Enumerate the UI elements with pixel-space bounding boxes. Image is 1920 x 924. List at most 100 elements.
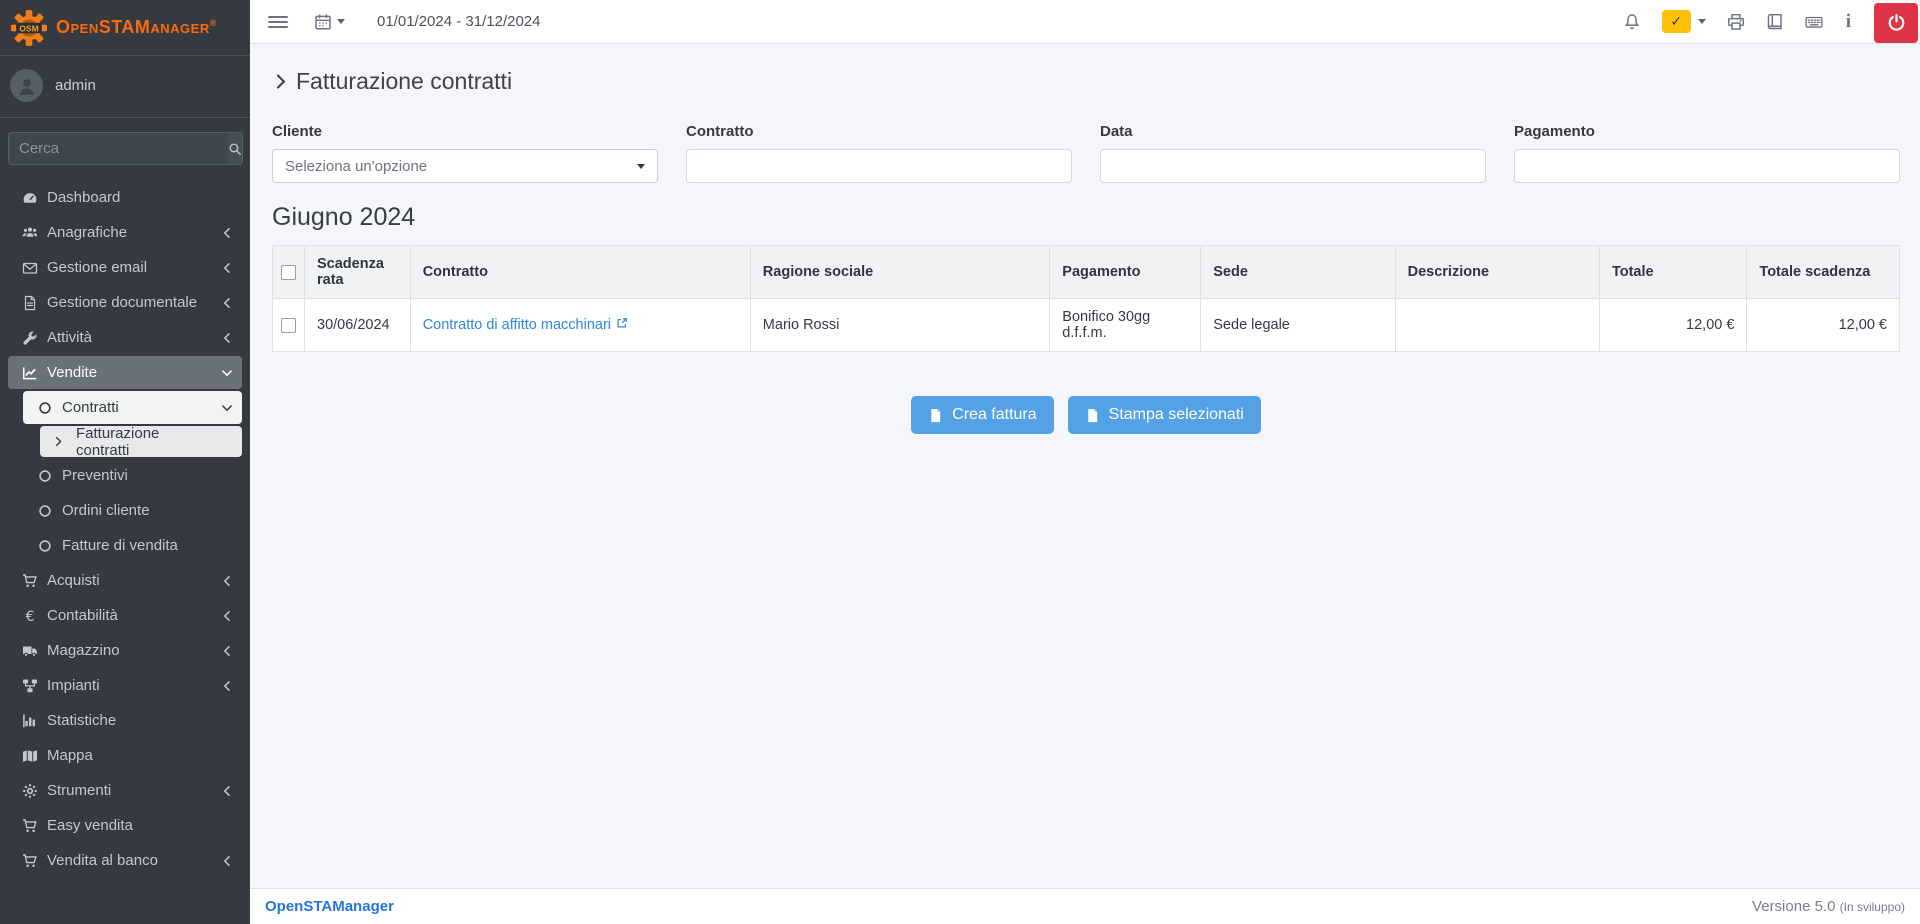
search-button[interactable] <box>228 132 243 165</box>
sidebar-item-attivit[interactable]: Attività <box>8 321 242 354</box>
column-header-totale-scadenza[interactable]: Totale scadenza <box>1747 246 1900 299</box>
notifications-button[interactable] <box>1623 13 1641 31</box>
sidebar-item-ordini-cliente[interactable]: Ordini cliente <box>23 494 242 527</box>
caret-down-icon <box>337 19 345 24</box>
sidebar-item-preventivi[interactable]: Preventivi <box>23 459 242 492</box>
data-filter-input[interactable] <box>1100 149 1486 183</box>
sidebar-item-anagrafiche[interactable]: Anagrafiche <box>8 216 242 249</box>
sidebar-nav-item: Preventivi <box>8 459 242 492</box>
filter-label-contratto: Contratto <box>686 123 1072 140</box>
column-header-contratto[interactable]: Contratto <box>410 246 750 299</box>
sidebar-item-impianti[interactable]: Impianti <box>8 669 242 702</box>
contracts-table: Scadenza rataContrattoRagione socialePag… <box>272 245 1900 352</box>
sidebar-item-easy-vendita[interactable]: Easy vendita <box>8 809 242 842</box>
sidebar-item-gestione-documentale[interactable]: Gestione documentale <box>8 286 242 319</box>
sidebar-toggle-button[interactable] <box>268 16 288 28</box>
sidebar-item-label: Magazzino <box>47 642 120 659</box>
sidebar-item-contabilit[interactable]: € Contabilità <box>8 599 242 632</box>
euro-icon: € <box>21 607 38 624</box>
sidebar-item-label: Mappa <box>47 747 93 764</box>
sidebar-item-label: Acquisti <box>47 572 100 589</box>
chart-line-icon <box>21 364 38 381</box>
create-invoice-button[interactable]: Crea fattura <box>911 396 1053 434</box>
sidebar-item-statistiche[interactable]: Statistiche <box>8 704 242 737</box>
filter-cliente: Cliente Seleziona un'opzione <box>272 123 658 183</box>
sidebar-item-label: Contabilità <box>47 607 118 624</box>
calendar-icon <box>314 13 332 31</box>
select-all-checkbox[interactable] <box>281 265 296 280</box>
sidebar-nav-item: Ordini cliente <box>8 494 242 527</box>
logout-button[interactable] <box>1874 3 1918 43</box>
column-header-descrizione[interactable]: Descrizione <box>1395 246 1599 299</box>
sidebar-item-vendite[interactable]: Vendite <box>8 356 242 389</box>
sidebar-item-label: Strumenti <box>47 782 111 799</box>
user-panel[interactable]: admin <box>0 56 250 118</box>
column-header-sede[interactable]: Sede <box>1201 246 1395 299</box>
sidebar-item-fatture-di-vendita[interactable]: Fatture di vendita <box>23 529 242 562</box>
sidebar-item-strumenti[interactable]: Strumenti <box>8 774 242 807</box>
docs-button[interactable] <box>1766 13 1784 31</box>
cell-sede: Sede legale <box>1201 299 1395 352</box>
column-header-scadenza-rata[interactable]: Scadenza rata <box>305 246 411 299</box>
column-header-ragione-sociale[interactable]: Ragione sociale <box>750 246 1050 299</box>
print-selected-button[interactable]: Stampa selezionati <box>1068 396 1261 434</box>
search-input[interactable] <box>8 132 228 165</box>
sidebar-item-magazzino[interactable]: Magazzino <box>8 634 242 667</box>
sidebar-nav-item: Vendita al banco <box>8 844 242 877</box>
column-header-pagamento[interactable]: Pagamento <box>1050 246 1201 299</box>
table-row: 30/06/2024 Contratto di affitto macchinar… <box>273 299 1900 352</box>
sidebar-item-label: Statistiche <box>47 712 116 729</box>
sidebar-item-acquisti[interactable]: Acquisti <box>8 564 242 597</box>
filter-contratto: Contratto <box>686 123 1072 183</box>
brand-name: OpenSTAManager® <box>56 17 217 38</box>
sidebar-item-gestione-email[interactable]: Gestione email <box>8 251 242 284</box>
osm-gear-logo-icon: OSM <box>10 9 48 47</box>
chevron-left-icon <box>221 645 233 657</box>
sidebar-nav-item: Fatture di vendita <box>8 529 242 562</box>
table-body: 30/06/2024 Contratto di affitto macchinar… <box>273 299 1900 352</box>
page-title-text: Fatturazione contratti <box>296 68 512 95</box>
row-checkbox[interactable] <box>281 318 296 333</box>
truck-icon <box>21 642 38 659</box>
filter-pagamento: Pagamento <box>1514 123 1900 183</box>
contratto-filter-input[interactable] <box>686 149 1072 183</box>
circle-icon <box>36 467 53 484</box>
info-button[interactable]: i <box>1844 11 1853 33</box>
todo-dropdown[interactable]: ✓ <box>1662 10 1706 33</box>
cell-scadenza-rata: 30/06/2024 <box>305 299 411 352</box>
bell-icon <box>1623 13 1641 31</box>
info-icon: i <box>1846 11 1851 32</box>
printer-icon <box>1727 13 1745 31</box>
file-icon <box>1085 408 1100 423</box>
todo-check-button[interactable]: ✓ <box>1662 10 1691 33</box>
sidebar-item-contratti[interactable]: Contratti <box>23 391 242 424</box>
date-range-picker[interactable] <box>314 13 345 31</box>
sidebar-nav-item: Strumenti <box>8 774 242 807</box>
pagamento-filter-input[interactable] <box>1514 149 1900 183</box>
sidebar-item-label: Easy vendita <box>47 817 133 834</box>
chevron-left-icon <box>221 610 233 622</box>
sidebar-nav-item: Acquisti <box>8 564 242 597</box>
cliente-select-value: Seleziona un'opzione <box>285 158 637 175</box>
sidebar-item-label: Attività <box>47 329 92 346</box>
cliente-select[interactable]: Seleziona un'opzione <box>272 149 658 183</box>
sidebar-item-label: Fatturazione contratti <box>76 425 212 459</box>
brand-header[interactable]: OSM OpenSTAManager® <box>0 0 250 56</box>
footer-brand-link[interactable]: OpenSTAManager <box>265 898 394 915</box>
sidebar-item-fatturazione-contratti[interactable]: Fatturazione contratti <box>40 426 242 457</box>
column-header-totale[interactable]: Totale <box>1599 246 1746 299</box>
print-button[interactable] <box>1727 13 1745 31</box>
sidebar-item-mappa[interactable]: Mappa <box>8 739 242 772</box>
cell-totale-scadenza: 12,00 € <box>1747 299 1900 352</box>
chevron-right-icon <box>272 73 289 90</box>
sidebar-nav-item: Statistiche <box>8 704 242 737</box>
sidebar-item-dashboard[interactable]: Dashboard <box>8 181 242 214</box>
gauge-icon <box>21 189 38 206</box>
contract-link[interactable]: Contratto di affitto macchinari <box>423 317 628 333</box>
sidebar-nav-item: Impianti <box>8 669 242 702</box>
sidebar-item-vendita-al-banco[interactable]: Vendita al banco <box>8 844 242 877</box>
sidebar-item-label: Dashboard <box>47 189 120 206</box>
shortcuts-button[interactable] <box>1805 13 1823 31</box>
sidebar-search <box>0 118 250 175</box>
sidebar-nav-item: Contratti <box>8 391 242 424</box>
